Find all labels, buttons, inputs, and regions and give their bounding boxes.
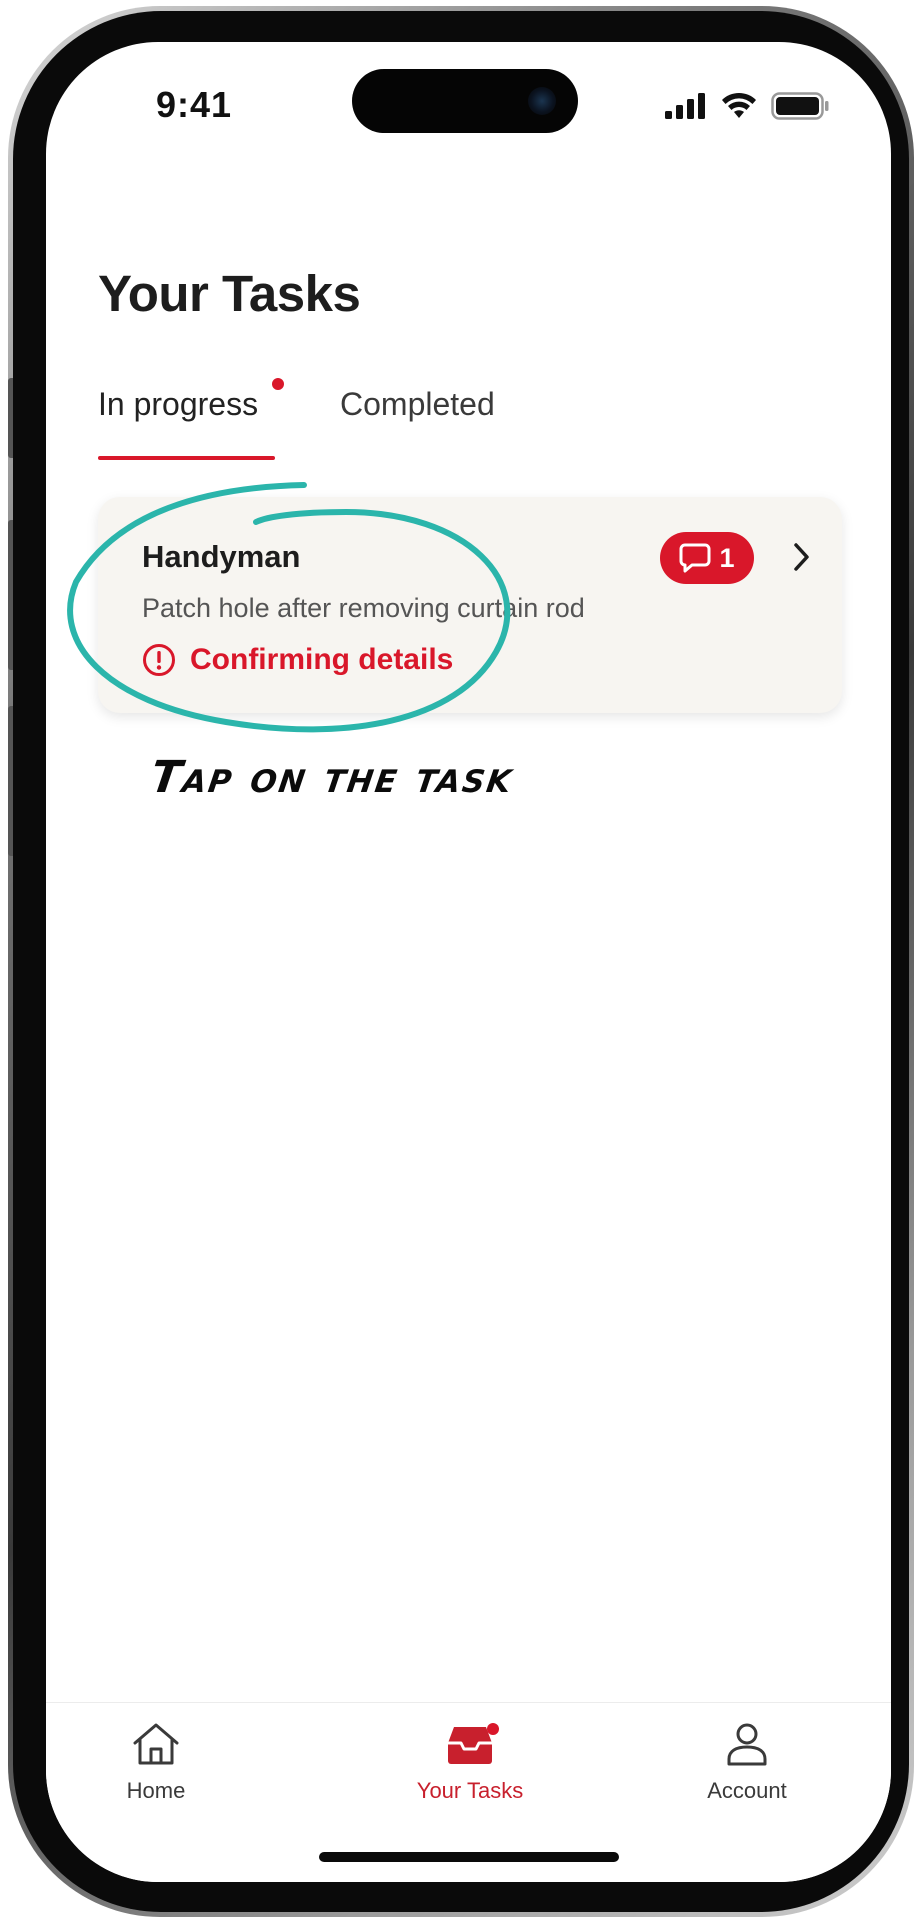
nav-home-label: Home [126, 1778, 186, 1803]
wifi-icon [722, 92, 756, 118]
task-title: Handyman [142, 539, 301, 574]
annotation-circle [67, 482, 511, 733]
home-indicator[interactable] [319, 1852, 619, 1862]
task-status: Confirming details [142, 643, 453, 677]
battery-icon [771, 92, 829, 120]
chevron-right-icon[interactable] [792, 541, 812, 573]
status-icons [665, 92, 829, 120]
cellular-signal-icon [665, 93, 705, 119]
message-count-badge[interactable]: 1 [660, 532, 754, 584]
active-tab-indicator [98, 456, 275, 460]
task-status-label: Confirming details [190, 643, 454, 676]
annotation-text: Tap on the task [147, 752, 517, 803]
tab-notification-dot [272, 378, 284, 390]
person-icon [727, 1723, 767, 1766]
tab-in-progress[interactable]: In progress [98, 386, 258, 423]
alert-circle-icon [143, 644, 175, 676]
status-time: 9:41 [156, 84, 233, 125]
nav-your-tasks-label: Your Tasks [416, 1778, 524, 1803]
task-description: Patch hole after removing curtain rod [142, 593, 585, 623]
page-title: Your Tasks [98, 265, 361, 322]
nav-home[interactable]: Home [66, 1721, 246, 1804]
home-icon [133, 1723, 179, 1765]
chat-bubble-icon [679, 543, 711, 573]
camera-icon [528, 87, 556, 115]
message-count: 1 [719, 542, 735, 573]
nav-account[interactable]: Account [657, 1721, 837, 1804]
dynamic-island [352, 69, 578, 133]
tab-completed[interactable]: Completed [340, 386, 495, 423]
nav-your-tasks[interactable]: Your Tasks [380, 1721, 560, 1804]
task-card[interactable]: Handyman Patch hole after removing curta… [98, 497, 842, 713]
nav-notification-dot [487, 1723, 499, 1735]
nav-account-label: Account [707, 1778, 787, 1803]
app-screen: 9:41 Your Tasks In progress Completed Ha… [46, 42, 891, 1882]
